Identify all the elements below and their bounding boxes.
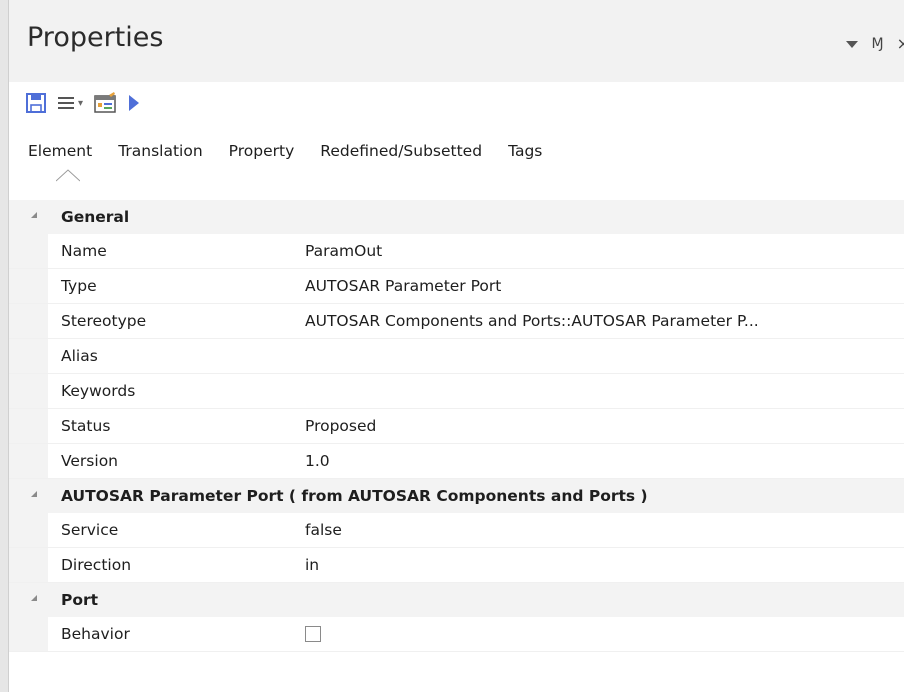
property-row-direction[interactable]: Direction in bbox=[9, 548, 904, 583]
tab-tags[interactable]: Tags bbox=[508, 142, 554, 160]
property-name: Behavior bbox=[61, 625, 130, 643]
property-name: Type bbox=[61, 277, 97, 295]
property-name: Service bbox=[61, 521, 119, 539]
property-name: Stereotype bbox=[61, 312, 147, 330]
section-title: AUTOSAR Parameter Port ( from AUTOSAR Co… bbox=[61, 487, 648, 505]
property-name: Status bbox=[61, 417, 111, 435]
property-row-status[interactable]: Status Proposed bbox=[9, 409, 904, 444]
property-row-service[interactable]: Service false bbox=[9, 513, 904, 548]
menu-button[interactable]: ▾ bbox=[57, 95, 83, 111]
tab-element[interactable]: Element bbox=[28, 142, 104, 160]
property-row-type[interactable]: Type AUTOSAR Parameter Port bbox=[9, 269, 904, 304]
pin-icon[interactable]: Ɱ bbox=[872, 36, 884, 52]
window-left-border bbox=[0, 0, 9, 692]
save-icon bbox=[26, 93, 46, 113]
section-header-autosar-parameter-port[interactable]: AUTOSAR Parameter Port ( from AUTOSAR Co… bbox=[9, 479, 904, 513]
property-value[interactable]: in bbox=[305, 556, 319, 574]
properties-window: Properties Ɱ × ▾ Element Translation Pro… bbox=[0, 0, 904, 692]
property-grid: General Name ParamOut Type AUTOSAR Param… bbox=[9, 200, 904, 652]
property-name: Direction bbox=[61, 556, 132, 574]
tab-redefined-subsetted[interactable]: Redefined/Subsetted bbox=[320, 142, 494, 160]
tab-translation[interactable]: Translation bbox=[118, 142, 214, 160]
window-title: Properties bbox=[27, 22, 164, 53]
properties-dialog-button[interactable] bbox=[93, 92, 117, 114]
property-row-name[interactable]: Name ParamOut bbox=[9, 234, 904, 269]
property-name: Name bbox=[61, 242, 107, 260]
tab-strip: Element Translation Property Redefined/S… bbox=[28, 142, 554, 160]
dropdown-caret-icon: ▾ bbox=[78, 97, 84, 109]
property-name: Keywords bbox=[61, 382, 136, 400]
title-controls: Ɱ × bbox=[845, 34, 904, 53]
property-value[interactable]: ParamOut bbox=[305, 242, 382, 260]
chevron-down-icon[interactable] bbox=[845, 41, 858, 48]
play-icon bbox=[129, 95, 140, 111]
run-button[interactable] bbox=[127, 93, 141, 113]
property-row-version[interactable]: Version 1.0 bbox=[9, 444, 904, 479]
property-name: Version bbox=[61, 452, 118, 470]
close-icon[interactable]: × bbox=[897, 34, 904, 53]
hamburger-menu-icon bbox=[58, 97, 74, 109]
section-title: Port bbox=[61, 591, 99, 609]
property-value[interactable]: Proposed bbox=[305, 417, 376, 435]
section-header-port[interactable]: Port bbox=[9, 583, 904, 617]
property-value[interactable]: 1.0 bbox=[305, 452, 330, 470]
property-value[interactable]: AUTOSAR Components and Ports::AUTOSAR Pa… bbox=[305, 312, 759, 330]
property-name: Alias bbox=[61, 347, 98, 365]
active-tab-indicator bbox=[56, 169, 80, 182]
collapse-arrow-icon[interactable] bbox=[31, 595, 37, 601]
toolbar: ▾ bbox=[25, 88, 141, 118]
properties-dialog-icon bbox=[94, 92, 116, 113]
collapse-arrow-icon[interactable] bbox=[31, 212, 37, 218]
property-value[interactable]: AUTOSAR Parameter Port bbox=[305, 277, 501, 295]
section-title: General bbox=[61, 208, 130, 226]
collapse-arrow-icon[interactable] bbox=[31, 491, 37, 497]
property-row-keywords[interactable]: Keywords bbox=[9, 374, 904, 409]
section-header-general[interactable]: General bbox=[9, 200, 904, 234]
property-row-stereotype[interactable]: Stereotype AUTOSAR Components and Ports:… bbox=[9, 304, 904, 339]
save-button[interactable] bbox=[25, 92, 47, 114]
title-bar: Properties Ɱ × bbox=[9, 0, 904, 82]
behavior-checkbox[interactable] bbox=[305, 626, 321, 642]
property-row-alias[interactable]: Alias bbox=[9, 339, 904, 374]
property-value[interactable]: false bbox=[305, 521, 342, 539]
property-row-behavior[interactable]: Behavior bbox=[9, 617, 904, 652]
tab-property[interactable]: Property bbox=[229, 142, 307, 160]
